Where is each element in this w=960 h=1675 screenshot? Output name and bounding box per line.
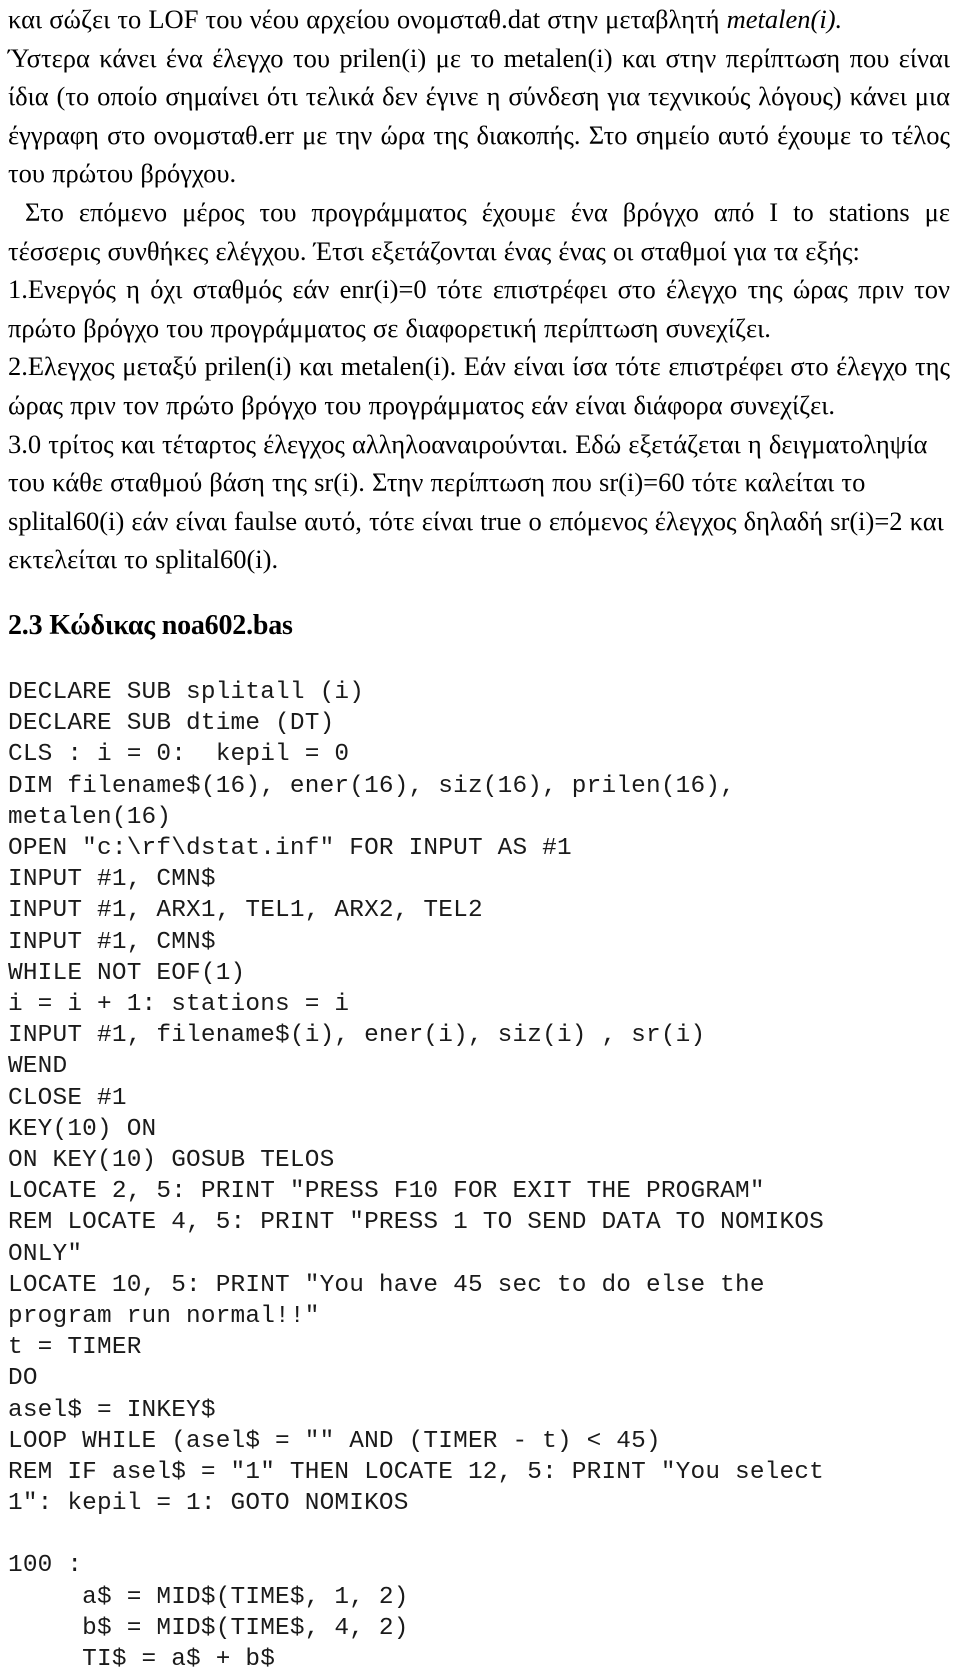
code-listing-main: DECLARE SUB splitall (i) DECLARE SUB dti… bbox=[8, 678, 825, 1518]
paragraph-2: Ύστερα κάνει ένα έλεγχο του prilen(i) με… bbox=[8, 42, 950, 189]
section-heading-2-3: 2.3 Κώδικας noa602.bas bbox=[8, 609, 293, 641]
paragraph-4-condition-1: 1.Ενεργός η όχι σταθμός εάν enr(i)=0 τότ… bbox=[8, 274, 950, 343]
paragraph-6-condition-3: 3.0 τρίτος και τέταρτος έλεγχος αλληλοαν… bbox=[8, 428, 944, 575]
document-page: και σώζει το LOF του νέου αρχείου ονομστ… bbox=[0, 0, 960, 1673]
paragraph-1: και σώζει το LOF του νέου αρχείου ονομστ… bbox=[8, 0, 950, 39]
body-text-block: και σώζει το LOF του νέου αρχείου ονομστ… bbox=[0, 0, 960, 579]
paragraph-5-condition-2: 2.Ελεγχος μεταξύ prilen(i) και metalen(i… bbox=[8, 351, 950, 420]
paragraph-3: Στο επόμενο μέρος του προγράμματος έχουμ… bbox=[8, 196, 950, 266]
paragraph-1-run-italic: metalen(i). bbox=[726, 4, 843, 34]
code-listing-label-100: 100 : a$ = MID$(TIME$, 1, 2) b$ = MID$(T… bbox=[8, 1552, 409, 1673]
paragraph-1-run-normal: και σώζει το LOF του νέου αρχείου ονομστ… bbox=[8, 4, 727, 34]
code-listing-gap bbox=[0, 1519, 960, 1550]
heading-bottom-spacer bbox=[0, 643, 960, 677]
heading-top-spacer bbox=[0, 579, 960, 609]
